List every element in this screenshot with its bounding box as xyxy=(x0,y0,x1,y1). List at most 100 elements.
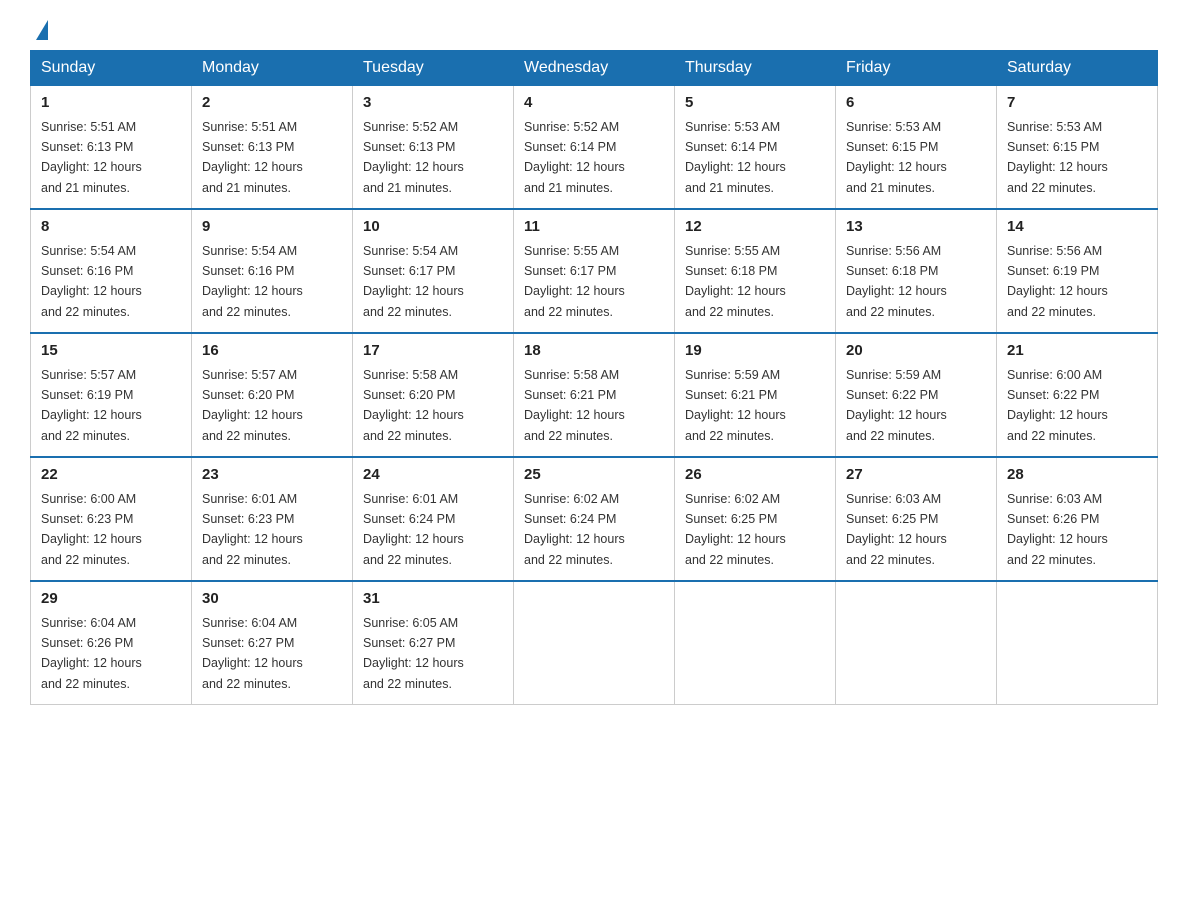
calendar-cell: 26 Sunrise: 6:02 AMSunset: 6:25 PMDaylig… xyxy=(675,457,836,581)
day-info: Sunrise: 5:53 AMSunset: 6:14 PMDaylight:… xyxy=(685,120,786,195)
calendar-cell: 10 Sunrise: 5:54 AMSunset: 6:17 PMDaylig… xyxy=(353,209,514,333)
day-number: 12 xyxy=(685,216,825,239)
day-info: Sunrise: 6:00 AMSunset: 6:22 PMDaylight:… xyxy=(1007,368,1108,443)
header-day-sunday: Sunday xyxy=(31,51,192,86)
day-number: 8 xyxy=(41,216,181,239)
calendar-cell: 2 Sunrise: 5:51 AMSunset: 6:13 PMDayligh… xyxy=(192,86,353,210)
calendar-cell: 14 Sunrise: 5:56 AMSunset: 6:19 PMDaylig… xyxy=(997,209,1158,333)
day-info: Sunrise: 6:00 AMSunset: 6:23 PMDaylight:… xyxy=(41,492,142,567)
calendar-cell: 31 Sunrise: 6:05 AMSunset: 6:27 PMDaylig… xyxy=(353,581,514,705)
calendar-cell xyxy=(836,581,997,705)
day-number: 10 xyxy=(363,216,503,239)
day-info: Sunrise: 5:59 AMSunset: 6:21 PMDaylight:… xyxy=(685,368,786,443)
day-number: 17 xyxy=(363,340,503,363)
calendar-cell: 21 Sunrise: 6:00 AMSunset: 6:22 PMDaylig… xyxy=(997,333,1158,457)
calendar-cell: 29 Sunrise: 6:04 AMSunset: 6:26 PMDaylig… xyxy=(31,581,192,705)
calendar-cell: 25 Sunrise: 6:02 AMSunset: 6:24 PMDaylig… xyxy=(514,457,675,581)
day-info: Sunrise: 5:58 AMSunset: 6:21 PMDaylight:… xyxy=(524,368,625,443)
calendar-cell xyxy=(997,581,1158,705)
calendar-cell: 5 Sunrise: 5:53 AMSunset: 6:14 PMDayligh… xyxy=(675,86,836,210)
day-number: 2 xyxy=(202,92,342,115)
day-number: 29 xyxy=(41,588,181,611)
day-number: 5 xyxy=(685,92,825,115)
header-day-saturday: Saturday xyxy=(997,51,1158,86)
day-info: Sunrise: 6:05 AMSunset: 6:27 PMDaylight:… xyxy=(363,616,464,691)
day-number: 21 xyxy=(1007,340,1147,363)
calendar-cell: 28 Sunrise: 6:03 AMSunset: 6:26 PMDaylig… xyxy=(997,457,1158,581)
calendar-cell: 1 Sunrise: 5:51 AMSunset: 6:13 PMDayligh… xyxy=(31,86,192,210)
day-number: 9 xyxy=(202,216,342,239)
day-info: Sunrise: 5:57 AMSunset: 6:20 PMDaylight:… xyxy=(202,368,303,443)
day-info: Sunrise: 5:51 AMSunset: 6:13 PMDaylight:… xyxy=(202,120,303,195)
day-info: Sunrise: 6:01 AMSunset: 6:24 PMDaylight:… xyxy=(363,492,464,567)
calendar-cell: 4 Sunrise: 5:52 AMSunset: 6:14 PMDayligh… xyxy=(514,86,675,210)
day-info: Sunrise: 5:54 AMSunset: 6:17 PMDaylight:… xyxy=(363,244,464,319)
calendar-table: SundayMondayTuesdayWednesdayThursdayFrid… xyxy=(30,50,1158,705)
calendar-cell: 13 Sunrise: 5:56 AMSunset: 6:18 PMDaylig… xyxy=(836,209,997,333)
day-number: 23 xyxy=(202,464,342,487)
calendar-cell: 9 Sunrise: 5:54 AMSunset: 6:16 PMDayligh… xyxy=(192,209,353,333)
header-day-friday: Friday xyxy=(836,51,997,86)
calendar-cell: 17 Sunrise: 5:58 AMSunset: 6:20 PMDaylig… xyxy=(353,333,514,457)
day-number: 18 xyxy=(524,340,664,363)
calendar-cell: 11 Sunrise: 5:55 AMSunset: 6:17 PMDaylig… xyxy=(514,209,675,333)
day-number: 13 xyxy=(846,216,986,239)
day-number: 16 xyxy=(202,340,342,363)
calendar-cell: 27 Sunrise: 6:03 AMSunset: 6:25 PMDaylig… xyxy=(836,457,997,581)
header-day-tuesday: Tuesday xyxy=(353,51,514,86)
day-info: Sunrise: 5:51 AMSunset: 6:13 PMDaylight:… xyxy=(41,120,142,195)
day-info: Sunrise: 6:01 AMSunset: 6:23 PMDaylight:… xyxy=(202,492,303,567)
calendar-cell: 3 Sunrise: 5:52 AMSunset: 6:13 PMDayligh… xyxy=(353,86,514,210)
week-row-3: 15 Sunrise: 5:57 AMSunset: 6:19 PMDaylig… xyxy=(31,333,1158,457)
day-number: 6 xyxy=(846,92,986,115)
calendar-cell: 22 Sunrise: 6:00 AMSunset: 6:23 PMDaylig… xyxy=(31,457,192,581)
day-info: Sunrise: 5:56 AMSunset: 6:18 PMDaylight:… xyxy=(846,244,947,319)
day-info: Sunrise: 6:02 AMSunset: 6:24 PMDaylight:… xyxy=(524,492,625,567)
header-row: SundayMondayTuesdayWednesdayThursdayFrid… xyxy=(31,51,1158,86)
day-info: Sunrise: 5:52 AMSunset: 6:14 PMDaylight:… xyxy=(524,120,625,195)
day-info: Sunrise: 6:03 AMSunset: 6:26 PMDaylight:… xyxy=(1007,492,1108,567)
day-number: 20 xyxy=(846,340,986,363)
day-number: 28 xyxy=(1007,464,1147,487)
day-info: Sunrise: 6:04 AMSunset: 6:27 PMDaylight:… xyxy=(202,616,303,691)
logo xyxy=(30,20,48,40)
calendar-cell: 23 Sunrise: 6:01 AMSunset: 6:23 PMDaylig… xyxy=(192,457,353,581)
calendar-cell: 16 Sunrise: 5:57 AMSunset: 6:20 PMDaylig… xyxy=(192,333,353,457)
day-number: 14 xyxy=(1007,216,1147,239)
day-info: Sunrise: 5:53 AMSunset: 6:15 PMDaylight:… xyxy=(846,120,947,195)
day-number: 11 xyxy=(524,216,664,239)
calendar-cell: 12 Sunrise: 5:55 AMSunset: 6:18 PMDaylig… xyxy=(675,209,836,333)
week-row-2: 8 Sunrise: 5:54 AMSunset: 6:16 PMDayligh… xyxy=(31,209,1158,333)
calendar-cell xyxy=(675,581,836,705)
day-number: 19 xyxy=(685,340,825,363)
day-info: Sunrise: 5:54 AMSunset: 6:16 PMDaylight:… xyxy=(202,244,303,319)
day-number: 1 xyxy=(41,92,181,115)
calendar-cell xyxy=(514,581,675,705)
day-info: Sunrise: 5:56 AMSunset: 6:19 PMDaylight:… xyxy=(1007,244,1108,319)
calendar-cell: 24 Sunrise: 6:01 AMSunset: 6:24 PMDaylig… xyxy=(353,457,514,581)
header-day-monday: Monday xyxy=(192,51,353,86)
day-info: Sunrise: 5:55 AMSunset: 6:18 PMDaylight:… xyxy=(685,244,786,319)
logo-triangle-icon xyxy=(36,20,48,40)
day-number: 4 xyxy=(524,92,664,115)
day-info: Sunrise: 5:59 AMSunset: 6:22 PMDaylight:… xyxy=(846,368,947,443)
day-info: Sunrise: 5:52 AMSunset: 6:13 PMDaylight:… xyxy=(363,120,464,195)
day-number: 15 xyxy=(41,340,181,363)
day-number: 31 xyxy=(363,588,503,611)
week-row-5: 29 Sunrise: 6:04 AMSunset: 6:26 PMDaylig… xyxy=(31,581,1158,705)
calendar-cell: 30 Sunrise: 6:04 AMSunset: 6:27 PMDaylig… xyxy=(192,581,353,705)
header-day-wednesday: Wednesday xyxy=(514,51,675,86)
day-info: Sunrise: 5:58 AMSunset: 6:20 PMDaylight:… xyxy=(363,368,464,443)
day-number: 3 xyxy=(363,92,503,115)
day-info: Sunrise: 6:02 AMSunset: 6:25 PMDaylight:… xyxy=(685,492,786,567)
calendar-cell: 8 Sunrise: 5:54 AMSunset: 6:16 PMDayligh… xyxy=(31,209,192,333)
page-header xyxy=(30,20,1158,40)
day-number: 24 xyxy=(363,464,503,487)
calendar-cell: 18 Sunrise: 5:58 AMSunset: 6:21 PMDaylig… xyxy=(514,333,675,457)
day-number: 27 xyxy=(846,464,986,487)
week-row-4: 22 Sunrise: 6:00 AMSunset: 6:23 PMDaylig… xyxy=(31,457,1158,581)
day-info: Sunrise: 5:55 AMSunset: 6:17 PMDaylight:… xyxy=(524,244,625,319)
day-info: Sunrise: 5:57 AMSunset: 6:19 PMDaylight:… xyxy=(41,368,142,443)
day-number: 25 xyxy=(524,464,664,487)
day-info: Sunrise: 5:53 AMSunset: 6:15 PMDaylight:… xyxy=(1007,120,1108,195)
